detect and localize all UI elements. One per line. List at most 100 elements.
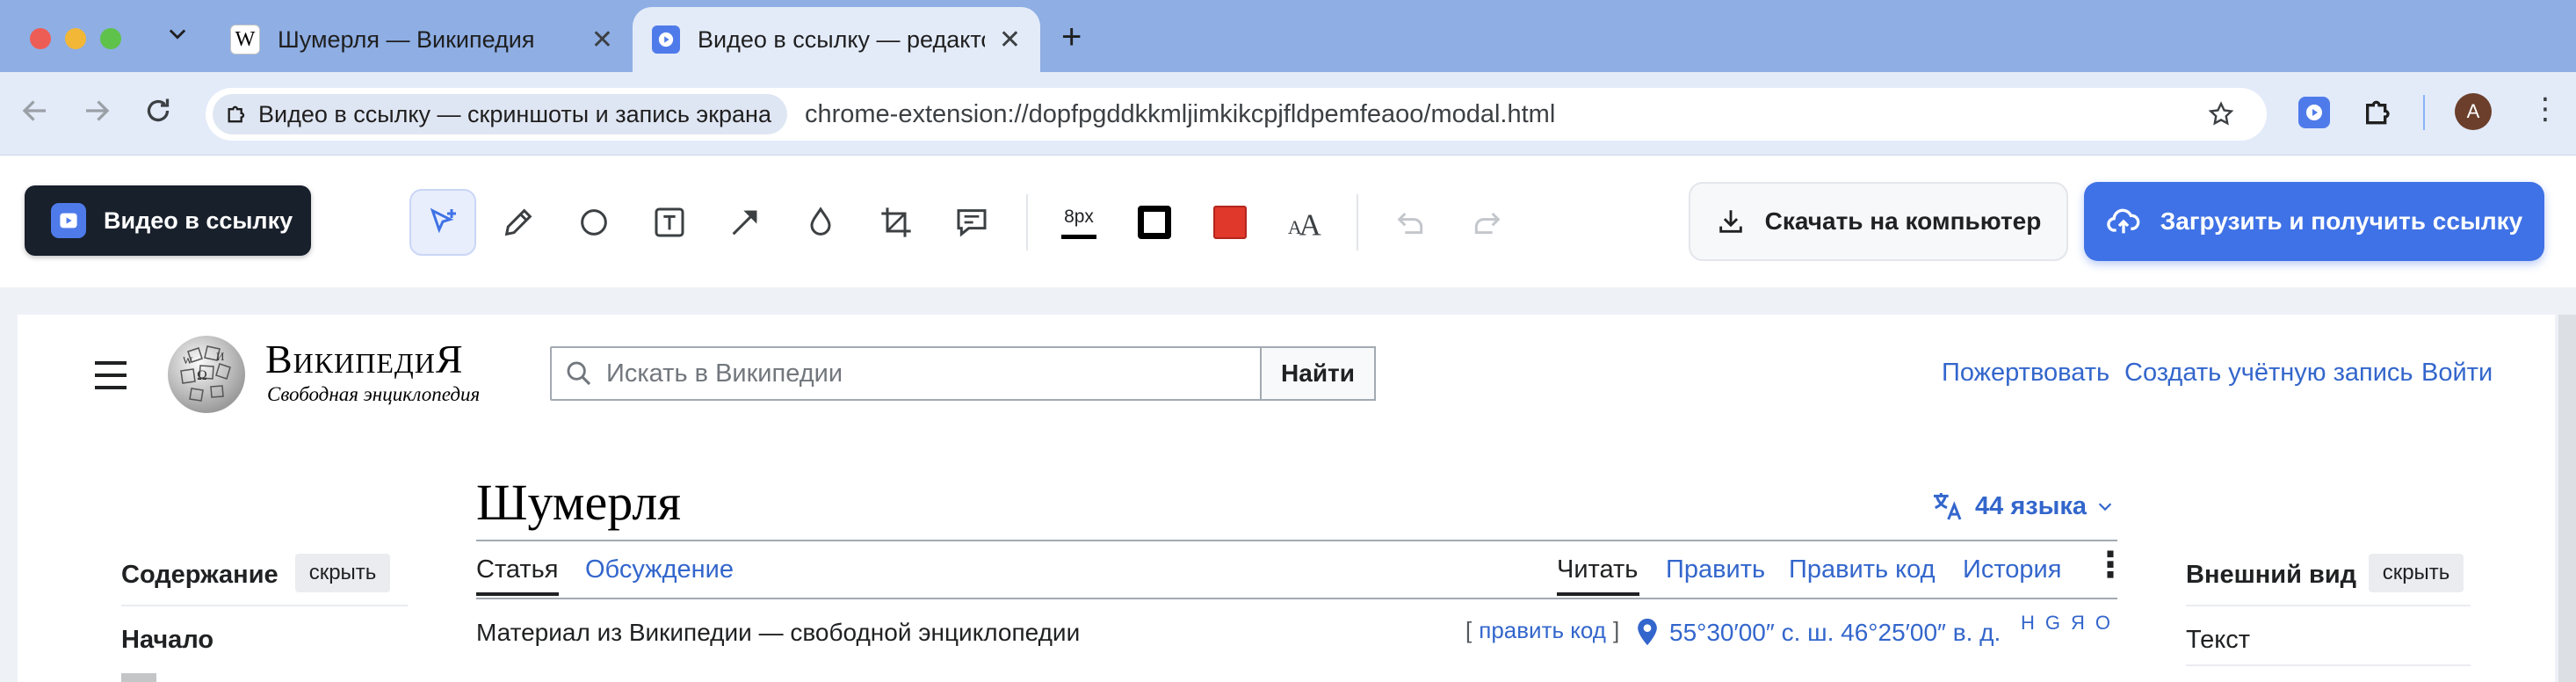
bracket-open: [	[1465, 617, 1473, 643]
login-link[interactable]: Войти	[2421, 359, 2493, 388]
arrow-icon	[732, 210, 757, 236]
forward-button[interactable]	[81, 95, 112, 134]
undo-button[interactable]	[1378, 189, 1444, 256]
appearance-divider	[2186, 605, 2471, 606]
text-icon	[655, 207, 684, 237]
map-link[interactable]: H	[2021, 612, 2035, 635]
scrollbar[interactable]	[2558, 315, 2576, 682]
fill-color-swatch	[1213, 206, 1247, 239]
appearance-hide-button[interactable]: скрыть	[2369, 554, 2464, 592]
arrow-left-icon	[22, 100, 46, 121]
appearance-divider	[2186, 664, 2471, 666]
edit-code-section-link[interactable]: [ править код ]	[1465, 617, 1619, 644]
arrow-right-icon	[86, 100, 110, 121]
blur-drop-icon	[810, 207, 831, 236]
upload-label: Загрузить и получить ссылку	[2160, 207, 2523, 235]
arrow-tool-button[interactable]	[712, 189, 778, 256]
wikipedia-wordmark[interactable]: ВикипедиЯ	[265, 336, 464, 382]
donate-link[interactable]: Пожертвовать	[1942, 359, 2109, 388]
font-button[interactable]: AA	[1272, 189, 1339, 256]
tab-read[interactable]: Читать	[1557, 555, 1638, 584]
language-button[interactable]: 44 языка	[1929, 489, 2115, 524]
active-tab-underline	[1557, 592, 1639, 596]
new-tab-button[interactable]: +	[1061, 18, 1082, 56]
back-button[interactable]	[19, 95, 51, 134]
tab-discussion[interactable]: Обсуждение	[585, 555, 734, 584]
reload-button[interactable]	[142, 95, 174, 134]
extensions-puzzle-icon[interactable]	[2362, 95, 2397, 130]
map-link[interactable]: Я	[2071, 612, 2085, 635]
download-icon	[1719, 210, 1742, 233]
tab-article[interactable]: Статья	[476, 555, 559, 584]
bookmark-star-icon[interactable]	[2207, 100, 2235, 128]
active-tab-underline	[476, 592, 559, 596]
chevron-down-icon	[2098, 503, 2112, 512]
fill-color-button[interactable]	[1197, 189, 1263, 256]
chevron-down-icon	[169, 29, 186, 40]
close-tab-icon[interactable]: ✕	[999, 25, 1021, 55]
address-bar-row: Видео в ссылку — скриншоты и запись экра…	[0, 72, 2576, 156]
extension-puzzle-icon	[228, 105, 245, 123]
close-tab-icon[interactable]: ✕	[591, 25, 613, 55]
search-icon	[567, 361, 591, 386]
site-info-chip[interactable]: Видео в ссылку — скриншоты и запись экра…	[213, 94, 787, 134]
download-label: Скачать на компьютер	[1764, 207, 2042, 235]
browser-menu-icon[interactable]: ⋮	[2530, 91, 2560, 127]
blur-tool-button[interactable]	[787, 189, 854, 256]
crop-tool-button[interactable]	[863, 189, 930, 256]
text-tool-button[interactable]	[636, 189, 703, 256]
stroke-size-label: 8px	[1064, 206, 1094, 227]
redo-button[interactable]	[1453, 189, 1520, 256]
undo-icon	[1397, 212, 1423, 235]
select-icon	[430, 207, 456, 234]
comment-icon	[957, 209, 987, 237]
create-account-link[interactable]: Создать учётную запись	[2124, 359, 2413, 388]
wiki-search-input[interactable]: Искать в Википедии	[550, 346, 1262, 401]
extension-play-icon	[51, 203, 86, 238]
toolbar-divider	[1026, 194, 1028, 250]
more-actions-icon[interactable]: ⋮	[2093, 545, 2128, 585]
stroke-color-swatch	[1138, 206, 1171, 239]
close-window-button[interactable]	[30, 28, 51, 49]
tab-wikipedia[interactable]: W Шумерля — Википедия ✕	[211, 7, 633, 72]
toc-hide-button[interactable]: скрыть	[295, 554, 390, 592]
wikipedia-globe-logo[interactable]: Ω И W	[162, 334, 251, 415]
tab-edit-source[interactable]: Править код	[1789, 555, 1936, 584]
brand-button[interactable]: Видео в ссылку	[25, 185, 311, 256]
tab-edit[interactable]: Править	[1666, 555, 1765, 584]
map-service-links: H G Я O	[2021, 612, 2110, 635]
tab-editor[interactable]: Видео в ссылку — редактор ✕	[633, 7, 1040, 72]
extension-play-icon[interactable]	[2298, 97, 2330, 128]
select-tool-button[interactable]	[409, 189, 476, 256]
pencil-tool-button[interactable]	[485, 189, 552, 256]
profile-avatar[interactable]: A	[2455, 93, 2492, 130]
download-button[interactable]: Скачать на компьютер	[1689, 182, 2068, 261]
map-link[interactable]: G	[2045, 612, 2060, 635]
maximize-window-button[interactable]	[100, 28, 121, 49]
tabs-divider	[476, 598, 2117, 599]
upload-button[interactable]: Загрузить и получить ссылку	[2084, 182, 2544, 261]
tab-search-button[interactable]	[165, 21, 190, 50]
ellipse-tool-button[interactable]	[561, 189, 627, 256]
redo-icon	[1474, 212, 1501, 235]
toc-item-start[interactable]: Начало	[121, 626, 213, 655]
toc-heading: Содержание	[121, 561, 279, 589]
svg-text:И: И	[216, 350, 224, 363]
translate-icon	[1934, 493, 1962, 520]
tab-history[interactable]: История	[1963, 555, 2061, 584]
map-pin-icon[interactable]	[1636, 617, 1659, 647]
map-link[interactable]: O	[2095, 612, 2110, 635]
coordinates-link[interactable]: 55°30′00″ с. ш. 46°25′00″ в. д.	[1669, 619, 2001, 647]
stroke-color-button[interactable]	[1121, 189, 1188, 256]
minimize-window-button[interactable]	[65, 28, 86, 49]
url-text[interactable]: chrome-extension://dopfpgddkkmljimkikcpj…	[805, 100, 1555, 129]
site-chip-label: Видео в ссылку — скриншоты и запись экра…	[258, 100, 771, 127]
comment-tool-button[interactable]	[938, 189, 1005, 256]
toolbar-divider	[1357, 194, 1358, 250]
pencil-icon	[504, 208, 532, 236]
omnibox[interactable]: Видео в ссылку — скриншоты и запись экра…	[206, 88, 2267, 141]
stroke-size-button[interactable]: 8px	[1046, 189, 1112, 256]
appearance-text-label: Текст	[2186, 626, 2251, 654]
wiki-search-button[interactable]: Найти	[1260, 346, 1376, 401]
hamburger-menu-icon[interactable]	[93, 360, 128, 390]
